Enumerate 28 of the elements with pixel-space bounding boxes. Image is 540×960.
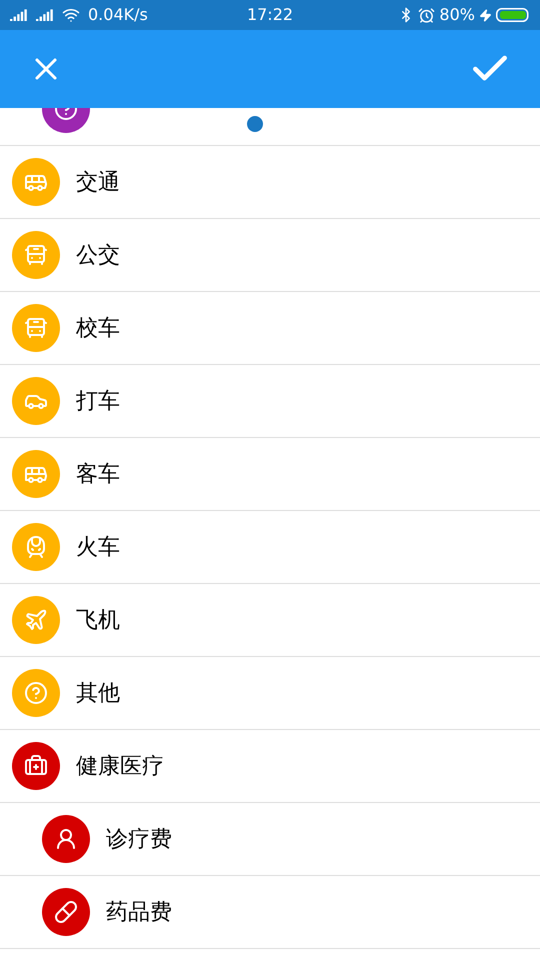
category-label: 交通 [76,168,120,196]
category-label: 药品费 [106,898,172,926]
bus-icon [24,243,48,267]
charging-icon [478,8,492,22]
battery-icon [496,8,530,22]
signal-icon [10,9,28,21]
network-speed: 0.04K/s [88,4,148,26]
category-label: 飞机 [76,606,120,634]
pill-icon [54,900,78,924]
category-label: 客车 [76,460,120,488]
category-label: 打车 [76,388,120,416]
category-label: 诊疗费 [106,826,172,854]
category-label: 校车 [76,314,120,342]
alarm-icon [418,6,436,24]
signal-icon [36,9,54,21]
plane-icon [24,608,48,632]
medical-kit-icon [24,754,48,778]
wifi-icon [62,6,80,24]
person-icon [54,827,78,851]
category-label: 其他 [76,680,120,708]
battery-percent: 80% [439,4,475,26]
bus-icon [24,316,48,340]
clock: 17:22 [246,4,294,26]
category-label: 火车 [76,534,120,562]
category-label: 健康医疗 [76,752,164,780]
question-icon [24,681,48,705]
category-label: 公交 [76,242,120,270]
train-icon [24,535,48,559]
